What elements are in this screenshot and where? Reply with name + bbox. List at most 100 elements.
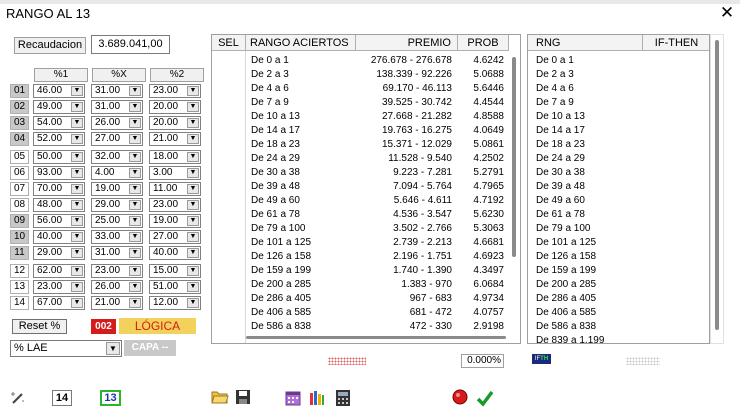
- col-prob[interactable]: PROB: [458, 35, 509, 51]
- chevron-down-icon[interactable]: ▼: [129, 86, 141, 96]
- rng-list-item[interactable]: De 61 a 78: [536, 208, 585, 222]
- percent-select[interactable]: 62.00 ▼: [33, 264, 85, 278]
- percent-select[interactable]: 23.00 ▼: [91, 264, 143, 278]
- chevron-down-icon[interactable]: ▼: [71, 152, 83, 162]
- table-row[interactable]: De 200 a 285 1.383 - 970 6.0684: [212, 278, 508, 292]
- calculator-icon[interactable]: [334, 389, 352, 407]
- table-row[interactable]: De 10 a 13 27.668 - 21.282 4.8588: [212, 110, 508, 124]
- percent-select[interactable]: 70.00 ▼: [33, 182, 85, 196]
- col-sel[interactable]: SEL: [212, 35, 246, 51]
- chevron-down-icon[interactable]: ▼: [187, 168, 199, 178]
- record-icon[interactable]: [451, 389, 469, 407]
- chevron-down-icon[interactable]: ▼: [187, 152, 199, 162]
- percent-select[interactable]: 26.00 ▼: [91, 116, 143, 130]
- percent-select[interactable]: 21.00 ▼: [91, 296, 143, 310]
- rng-list-item[interactable]: De 24 a 29: [536, 152, 585, 166]
- close-icon[interactable]: ✕: [718, 4, 736, 22]
- chevron-down-icon[interactable]: ▼: [187, 298, 199, 308]
- checkmark-icon[interactable]: [475, 389, 495, 407]
- calendar-icon[interactable]: [284, 389, 302, 407]
- table-row[interactable]: De 0 a 1 276.678 - 276.678 4.6242: [212, 54, 508, 68]
- percent-select[interactable]: 21.00 ▼: [149, 132, 201, 146]
- chevron-down-icon[interactable]: ▼: [129, 232, 141, 242]
- chevron-down-icon[interactable]: ▼: [187, 282, 199, 292]
- percent-select[interactable]: 52.00 ▼: [33, 132, 85, 146]
- percent-select[interactable]: 20.00 ▼: [149, 116, 201, 130]
- percent-select[interactable]: 19.00 ▼: [91, 182, 143, 196]
- percent-select[interactable]: 18.00 ▼: [149, 150, 201, 164]
- rng-list-item[interactable]: De 159 a 199: [536, 264, 596, 278]
- chevron-down-icon[interactable]: ▼: [71, 216, 83, 226]
- magic-wand-icon[interactable]: [8, 389, 28, 407]
- chevron-down-icon[interactable]: ▼: [129, 184, 141, 194]
- chevron-down-icon[interactable]: ▼: [187, 118, 199, 128]
- percent-select[interactable]: 20.00 ▼: [149, 100, 201, 114]
- table-row[interactable]: De 4 a 6 69.170 - 46.113 5.6446: [212, 82, 508, 96]
- percent-select[interactable]: 31.00 ▼: [91, 84, 143, 98]
- table-row[interactable]: De 30 a 38 9.223 - 7.281 5.2791: [212, 166, 508, 180]
- chevron-down-icon[interactable]: ▼: [187, 134, 199, 144]
- chevron-down-icon[interactable]: ▼: [71, 168, 83, 178]
- table-row[interactable]: De 61 a 78 4.536 - 3.547 5.6230: [212, 208, 508, 222]
- percent-select[interactable]: 12.00 ▼: [149, 296, 201, 310]
- chevron-down-icon[interactable]: ▼: [129, 298, 141, 308]
- count-box-13[interactable]: 13: [100, 390, 121, 406]
- col-rango[interactable]: RANGO ACIERTOS: [246, 35, 356, 51]
- chevron-down-icon[interactable]: ▼: [187, 200, 199, 210]
- chevron-down-icon[interactable]: ▼: [129, 168, 141, 178]
- rng-list-item[interactable]: De 0 a 1: [536, 54, 574, 68]
- percent-select[interactable]: 27.00 ▼: [149, 230, 201, 244]
- col-premio[interactable]: PREMIO: [356, 35, 458, 51]
- table-row[interactable]: De 159 a 199 1.740 - 1.390 4.3497: [212, 264, 508, 278]
- percent-select[interactable]: 26.00 ▼: [91, 280, 143, 294]
- percent-select[interactable]: 93.00 ▼: [33, 166, 85, 180]
- percent-select[interactable]: 40.00 ▼: [149, 246, 201, 260]
- chevron-down-icon[interactable]: ▼: [187, 266, 199, 276]
- rng-list-item[interactable]: De 79 a 100: [536, 222, 591, 236]
- rng-list-item[interactable]: De 39 a 48: [536, 180, 585, 194]
- percent-select[interactable]: 19.00 ▼: [149, 214, 201, 228]
- table-scroll-thumb[interactable]: [512, 57, 516, 257]
- chevron-down-icon[interactable]: ▼: [71, 184, 83, 194]
- percent-select[interactable]: 31.00 ▼: [91, 100, 143, 114]
- rng-list-item[interactable]: De 839 a 1.199: [536, 334, 604, 343]
- chevron-down-icon[interactable]: ▼: [129, 282, 141, 292]
- percent-select[interactable]: 3.00 ▼: [149, 166, 201, 180]
- chevron-down-icon[interactable]: ▼: [71, 248, 83, 258]
- chevron-down-icon[interactable]: ▼: [71, 200, 83, 210]
- percent-select[interactable]: 11.00 ▼: [149, 182, 201, 196]
- recaudacion-input[interactable]: 3.689.041,00: [91, 35, 170, 54]
- table-row[interactable]: De 18 a 23 15.371 - 12.029 5.0861: [212, 138, 508, 152]
- percent-select[interactable]: 31.00 ▼: [91, 246, 143, 260]
- chevron-down-icon[interactable]: ▼: [129, 266, 141, 276]
- chevron-down-icon[interactable]: ▼: [129, 248, 141, 258]
- chevron-down-icon[interactable]: ▼: [129, 216, 141, 226]
- table-hscroll-thumb[interactable]: [246, 336, 506, 339]
- count-box-14[interactable]: 14: [52, 390, 72, 406]
- percent-select[interactable]: 54.00 ▼: [33, 116, 85, 130]
- chevron-down-icon[interactable]: ▼: [129, 200, 141, 210]
- lae-select[interactable]: % LAE ▼: [10, 340, 122, 357]
- chevron-down-icon[interactable]: ▼: [71, 298, 83, 308]
- percent-select[interactable]: 32.00 ▼: [91, 150, 143, 164]
- percent-select[interactable]: 56.00 ▼: [33, 214, 85, 228]
- chevron-down-icon[interactable]: ▼: [129, 152, 141, 162]
- capa-button[interactable]: CAPA --: [124, 340, 176, 356]
- table-row[interactable]: De 286 a 405 967 - 683 4.9734: [212, 292, 508, 306]
- rng-list-item[interactable]: De 406 a 585: [536, 306, 596, 320]
- chevron-down-icon[interactable]: ▼: [129, 118, 141, 128]
- percent-select[interactable]: 23.00 ▼: [149, 84, 201, 98]
- rng-list-item[interactable]: De 586 a 838: [536, 320, 596, 334]
- percent-select[interactable]: 23.00 ▼: [33, 280, 85, 294]
- percent-select[interactable]: 27.00 ▼: [91, 132, 143, 146]
- table-row[interactable]: De 14 a 17 19.763 - 16.275 4.0649: [212, 124, 508, 138]
- chevron-down-icon[interactable]: ▼: [187, 248, 199, 258]
- rng-list-item[interactable]: De 4 a 6: [536, 82, 574, 96]
- chevron-down-icon[interactable]: ▼: [71, 266, 83, 276]
- chevron-down-icon[interactable]: ▼: [129, 102, 141, 112]
- percent-select[interactable]: 50.00 ▼: [33, 150, 85, 164]
- chevron-down-icon[interactable]: ▼: [71, 232, 83, 242]
- rng-list-item[interactable]: De 126 a 158: [536, 250, 596, 264]
- percent-select[interactable]: 40.00 ▼: [33, 230, 85, 244]
- chevron-down-icon[interactable]: ▼: [129, 134, 141, 144]
